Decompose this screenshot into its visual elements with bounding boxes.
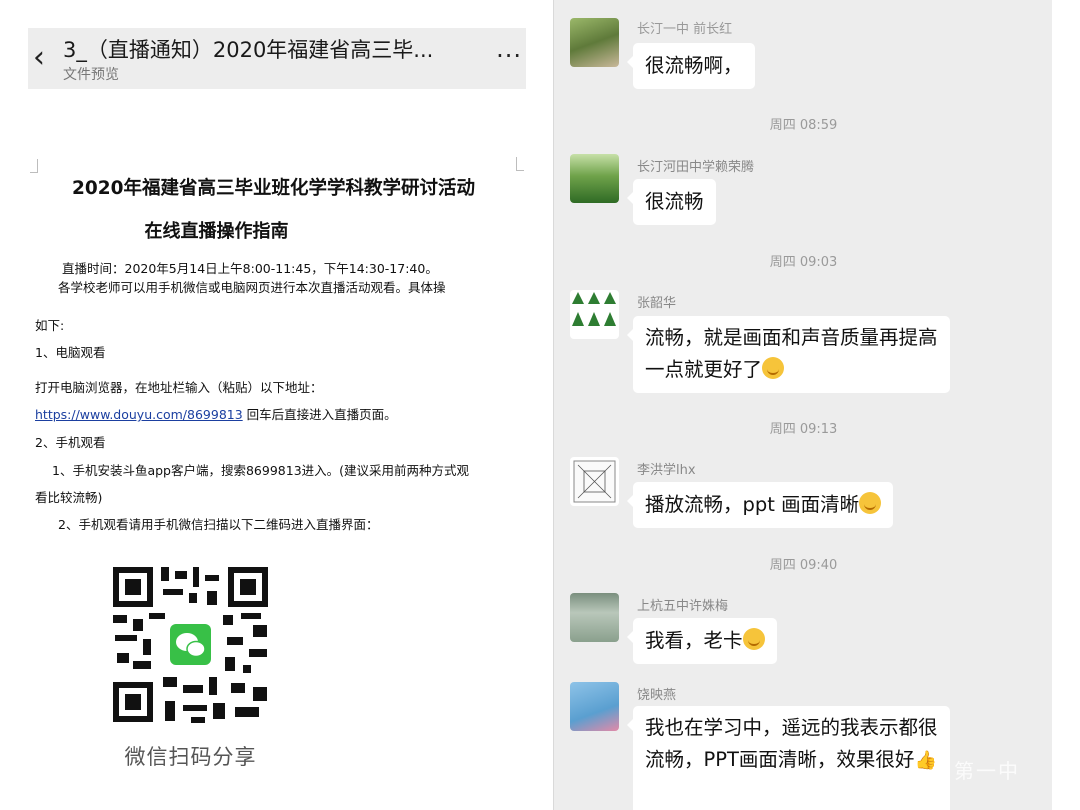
avatar[interactable]	[570, 18, 619, 67]
page-corner-mark	[516, 157, 524, 171]
thumbs-up-icon: 👍	[914, 750, 937, 771]
laugh-cry-emoji-icon	[742, 628, 765, 650]
message-sender: 饶映燕	[637, 688, 677, 703]
intro-text: 各学校老师可以用手机微信或电脑网页进行本次直播活动观看。具体操	[58, 280, 446, 295]
url-after-text: 回车后直接进入直播页面。	[242, 407, 397, 422]
grin-emoji-icon	[859, 492, 882, 514]
message-bubble: 播放流畅，ppt 画面清晰	[626, 482, 894, 528]
preview-header: ‹ 3_（直播通知）2020年福建省高三毕... 文件预览 ···	[28, 28, 526, 89]
pc-step-text: 打开电脑浏览器，在地址栏输入（粘贴）以下地址：	[35, 380, 323, 395]
chat-pane: 长汀一中 前长红 很流畅啊， 周四 08:59 长汀河田中学赖荣腾 很流畅 周四…	[553, 0, 1052, 810]
message-sender: 长汀一中 前长红	[637, 22, 733, 37]
douyu-link[interactable]: https://www.douyu.com/8699813	[35, 407, 243, 422]
ellipsis-icon[interactable]: ···	[496, 42, 522, 70]
chevron-left-icon[interactable]: ‹	[28, 38, 50, 78]
avatar[interactable]	[570, 154, 619, 203]
avatar[interactable]	[570, 682, 619, 731]
message-bubble: 我也在学习中，遥远的我表示都很 流畅，PPT画面清晰，效果很好👍	[627, 706, 950, 810]
tree-icon	[572, 292, 616, 326]
pc-section-title: 1、电脑观看	[35, 345, 106, 360]
message-timestamp: 周四 09:13	[769, 422, 838, 437]
watermark-text: 第一中	[954, 759, 1020, 783]
diagram-avatar-icon	[573, 460, 616, 503]
message-sender: 李洪学lhx	[637, 463, 696, 478]
avatar[interactable]	[570, 457, 619, 506]
mobile-section-title: 2、手机观看	[35, 435, 106, 450]
broadcast-time: 直播时间：2020年5月14日上午8:00-11:45，下午14:30-17:4…	[62, 261, 438, 276]
message-text-line: 我也在学习中，遥远的我表示都很	[645, 716, 938, 739]
document-preview-pane: ‹ 3_（直播通知）2020年福建省高三毕... 文件预览 ··· 2020年福…	[0, 0, 553, 810]
page-corner-mark	[30, 159, 38, 173]
message-bubble: 流畅，就是画面和声音质量再提高 一点就更好了	[627, 316, 950, 393]
document-heading: 2020年福建省高三毕业班化学学科教学研讨活动	[72, 178, 475, 199]
url-line: https://www.douyu.com/8699813 回车后直接进入直播页…	[35, 404, 397, 423]
message-timestamp: 周四 09:40	[769, 558, 838, 573]
as-follows-text: 如下:	[35, 318, 65, 333]
message-text-line: 流畅，就是画面和声音质量再提高	[645, 326, 938, 349]
message-sender: 上杭五中许姝梅	[637, 599, 729, 614]
message-timestamp: 周四 08:59	[769, 118, 838, 133]
avatar[interactable]	[570, 290, 619, 339]
qr-code	[103, 557, 278, 732]
document-subheading: 在线直播操作指南	[144, 221, 289, 242]
right-edge-margin	[1052, 0, 1080, 810]
message-text-line: 流畅，PPT画面清晰，效果很好👍	[645, 744, 938, 777]
document-title: 3_（直播通知）2020年福建省高三毕...	[63, 38, 434, 62]
message-timestamp: 周四 09:03	[769, 255, 838, 270]
mobile-step1-cont: 看比较流畅)	[35, 490, 103, 505]
message-bubble: 很流畅	[627, 179, 716, 225]
mobile-step1-text: 1、手机安装斗鱼app客户端，搜索8699813进入。(建议采用前两种方式观	[52, 463, 470, 478]
message-sender: 张韶华	[637, 296, 677, 311]
avatar[interactable]	[570, 593, 619, 642]
message-text-line: 一点就更好了	[645, 354, 938, 386]
message-bubble: 很流畅啊，	[627, 43, 755, 89]
smile-emoji-icon	[762, 357, 785, 379]
message-bubble: 我看，老卡	[627, 618, 777, 664]
message-sender: 长汀河田中学赖荣腾	[637, 160, 755, 175]
mobile-step2-text: 2、手机观看请用手机微信扫描以下二维码进入直播界面：	[58, 517, 379, 532]
qr-caption: 微信扫码分享	[124, 745, 257, 769]
document-subtitle: 文件预览	[63, 67, 119, 83]
